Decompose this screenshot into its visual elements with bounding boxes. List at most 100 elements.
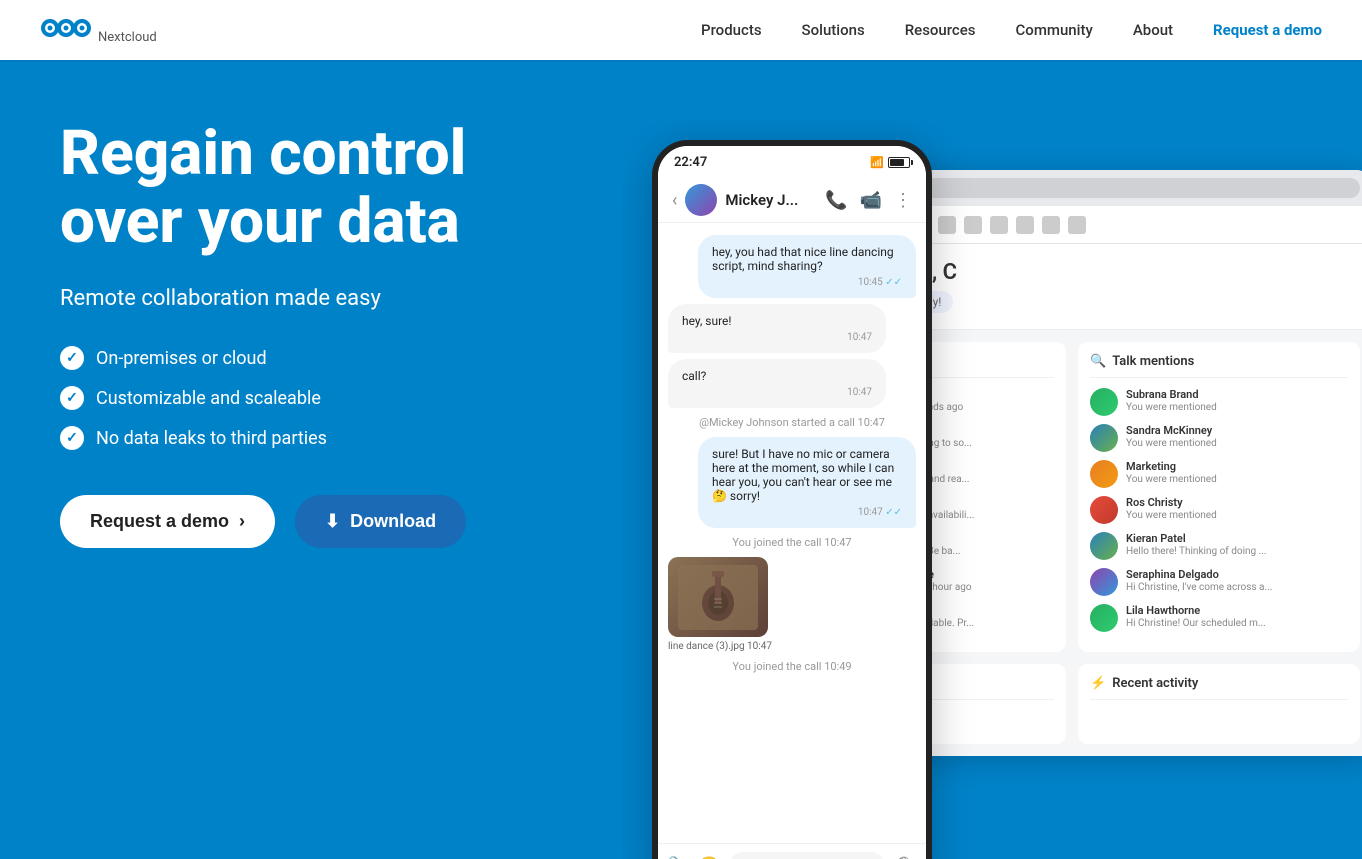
mention-desc-5: Hello there! Thinking of doing ...: [1126, 545, 1348, 558]
nextcloud-logo-icon: [40, 12, 92, 48]
mention-desc-7: Hi Christine! Our scheduled m...: [1126, 617, 1348, 630]
image-caption: line dance (3).jpg 10:47: [668, 641, 916, 652]
msg-system-1: @Mickey Johnson started a call 10:47: [668, 416, 916, 429]
toolbar-icon-12: [1068, 216, 1086, 234]
toolbar-icon-7: [938, 216, 956, 234]
more-icon[interactable]: ⋮: [894, 190, 912, 211]
mention-desc-6: Hi Christine, I've come across a...: [1126, 581, 1348, 594]
avatar-ros2: [1090, 496, 1118, 524]
msg-image: [668, 557, 768, 637]
mention-desc-1: You were mentioned: [1126, 401, 1348, 414]
nav-links: Products Solutions Resources Community A…: [701, 21, 1322, 39]
hero-subtitle: Remote collaboration made easy: [60, 286, 610, 311]
widget-talk-mentions: 🔍 Talk mentions Subrana Brand You were m…: [1078, 342, 1360, 652]
mention-row-4: Ros Christy You were mentioned: [1090, 496, 1348, 524]
avatar-kieran2: [1090, 532, 1118, 560]
hero-section: Regain control over your data Remote col…: [0, 60, 1362, 859]
mention-name-7: Lila Hawthorne: [1126, 604, 1348, 617]
hero-content: Regain control over your data Remote col…: [60, 120, 610, 548]
logo-text: Nextcloud: [98, 30, 157, 45]
search-icon: 🔍: [1090, 354, 1106, 369]
arrow-icon: ›: [239, 511, 245, 532]
avatar-lila2: [1090, 604, 1118, 632]
avatar-subrana: [1090, 388, 1118, 416]
mic-icon[interactable]: 🎙: [893, 856, 916, 859]
request-demo-button[interactable]: Request a demo ›: [60, 495, 275, 548]
phone-icon[interactable]: 📞: [825, 190, 847, 211]
msg-4: sure! But I have no mic or camera here a…: [698, 437, 916, 528]
mobile-statusbar: 22:47 📶: [658, 146, 926, 178]
double-check-icon: ✓✓: [885, 277, 902, 288]
avatar-seraphina2: [1090, 568, 1118, 596]
emoji-icon[interactable]: 🙂: [698, 856, 720, 859]
mention-row-7: Lila Hawthorne Hi Christine! Our schedul…: [1090, 604, 1348, 632]
battery-fill: [890, 159, 904, 166]
msg-system-3: You joined the call 10:49: [668, 660, 916, 673]
logo[interactable]: Nextcloud: [40, 12, 157, 48]
navbar: Nextcloud Products Solutions Resources C…: [0, 0, 1362, 60]
mobile-time: 22:47: [674, 155, 707, 170]
mobile-mockup: 22:47 📶 ‹ Mickey J... 📞 📹 ⋮: [652, 140, 932, 859]
download-button[interactable]: ⬇ Download: [295, 495, 466, 548]
check-icon-1: [60, 346, 84, 370]
msg-3: call? 10:47: [668, 359, 886, 408]
nav-request-demo[interactable]: Request a demo: [1213, 21, 1322, 39]
mobile-status-icons: 📶: [870, 156, 910, 169]
battery-tip: [911, 160, 913, 165]
double-check-icon-2: ✓✓: [885, 507, 902, 518]
nav-about[interactable]: About: [1133, 21, 1173, 39]
avatar-sandra: [1090, 424, 1118, 452]
mobile-input-bar: 📎 🙂 Enter a message ... 🎙: [658, 843, 926, 859]
mention-row-3: Marketing You were mentioned: [1090, 460, 1348, 488]
mention-row-5: Kieran Patel Hello there! Thinking of do…: [1090, 532, 1348, 560]
toolbar-icon-10: [1016, 216, 1034, 234]
hero-buttons: Request a demo › ⬇ Download: [60, 495, 610, 548]
mobile-messages: hey, you had that nice line dancing scri…: [658, 223, 926, 843]
mention-desc-2: You were mentioned: [1126, 437, 1348, 450]
check-icon-2: [60, 386, 84, 410]
msg-1: hey, you had that nice line dancing scri…: [698, 235, 916, 298]
guitar-image: [678, 565, 758, 630]
mention-row-1: Subrana Brand You were mentioned: [1090, 388, 1348, 416]
nav-products[interactable]: Products: [701, 21, 762, 39]
nav-resources[interactable]: Resources: [905, 21, 976, 39]
battery-icon: [888, 157, 910, 168]
msg-image-container: line dance (3).jpg 10:47: [668, 557, 916, 652]
mention-name-3: Marketing: [1126, 460, 1348, 473]
feature-3: No data leaks to third parties: [60, 426, 610, 450]
mention-row-6: Seraphina Delgado Hi Christine, I've com…: [1090, 568, 1348, 596]
attach-icon[interactable]: 📎: [668, 856, 690, 859]
msg-time-2: 10:47: [682, 332, 872, 343]
wifi-icon: 📶: [870, 156, 884, 169]
message-input[interactable]: Enter a message ...: [729, 852, 885, 859]
msg-time-4: 10:47 ✓✓: [712, 507, 902, 518]
check-icon-3: [60, 426, 84, 450]
activity-icon: ⚡: [1090, 676, 1106, 691]
msg-time-1: 10:45 ✓✓: [712, 277, 902, 288]
video-icon[interactable]: 📹: [860, 190, 882, 211]
header-actions: 📞 📹 ⋮: [825, 190, 912, 211]
hero-title: Regain control over your data: [60, 120, 610, 256]
nav-solutions[interactable]: Solutions: [802, 21, 865, 39]
mention-name-4: Ros Christy: [1126, 496, 1348, 509]
mention-name-6: Seraphina Delgado: [1126, 568, 1348, 581]
msg-system-2: You joined the call 10:47: [668, 536, 916, 549]
contact-avatar: [685, 184, 717, 216]
widget-title-activity: ⚡ Recent activity: [1090, 676, 1348, 700]
feature-2: Customizable and scaleable: [60, 386, 610, 410]
back-arrow-icon[interactable]: ‹: [672, 190, 677, 211]
avatar-marketing: [1090, 460, 1118, 488]
mobile-chat-header: ‹ Mickey J... 📞 📹 ⋮: [658, 178, 926, 223]
toolbar-icon-11: [1042, 216, 1060, 234]
feature-1: On-premises or cloud: [60, 346, 610, 370]
mention-name-5: Kieran Patel: [1126, 532, 1348, 545]
msg-2: hey, sure! 10:47: [668, 304, 886, 353]
mention-desc-4: You were mentioned: [1126, 509, 1348, 522]
hero-features: On-premises or cloud Customizable and sc…: [60, 346, 610, 450]
widget-title-mentions: 🔍 Talk mentions: [1090, 354, 1348, 378]
download-icon: ⬇: [325, 511, 340, 532]
toolbar-icon-9: [990, 216, 1008, 234]
nav-community[interactable]: Community: [1016, 21, 1093, 39]
contact-name: Mickey J...: [725, 191, 817, 209]
mention-name-2: Sandra McKinney: [1126, 424, 1348, 437]
